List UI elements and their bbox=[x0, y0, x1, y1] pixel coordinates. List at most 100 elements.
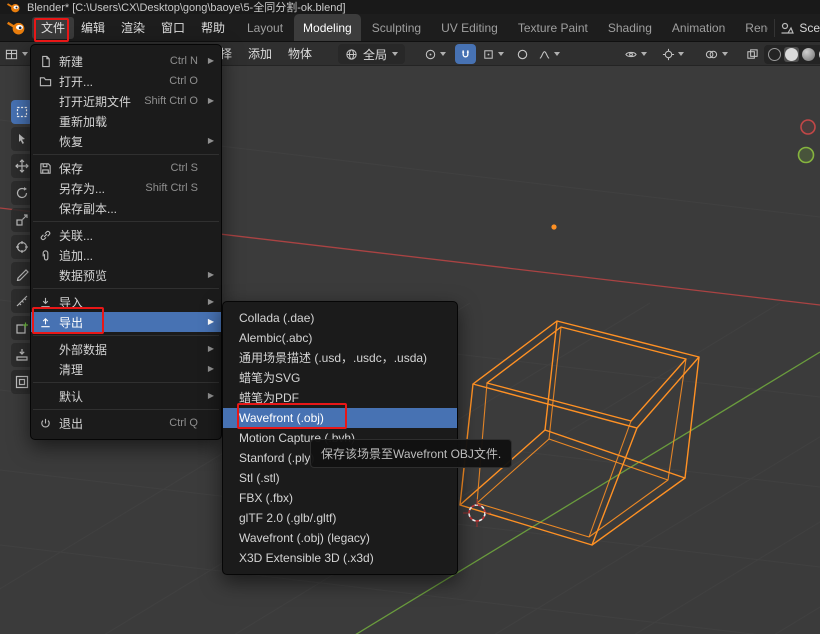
menu-separator bbox=[33, 221, 219, 222]
export-menu-item-gpencil-svg[interactable]: 蜡笔为SVG bbox=[223, 368, 457, 388]
extrude-icon bbox=[15, 348, 29, 362]
editor-3d-viewport-icon bbox=[4, 48, 19, 61]
menu-window[interactable]: 窗口 bbox=[152, 17, 194, 39]
3d-cursor[interactable] bbox=[463, 499, 491, 527]
export-menu-item-stl[interactable]: Stl (.stl) bbox=[223, 468, 457, 488]
export-menu-item-alembic[interactable]: Alembic(.abc) bbox=[223, 328, 457, 348]
shortcut-label: Shift Ctrl O bbox=[144, 95, 198, 107]
shading-wireframe-button[interactable] bbox=[767, 47, 782, 62]
gizmo-dropdown[interactable] bbox=[658, 44, 688, 64]
menu-item-label: 重新加载 bbox=[59, 113, 192, 130]
menu-edit[interactable]: 编辑 bbox=[72, 17, 114, 39]
link-icon bbox=[38, 229, 53, 242]
export-menu-item-gpencil-pdf[interactable]: 蜡笔为PDF bbox=[223, 388, 457, 408]
scene-icon bbox=[780, 21, 794, 35]
nav-gizmo-y-ball[interactable] bbox=[799, 148, 814, 163]
chevron-down-icon bbox=[722, 52, 728, 56]
cursor-icon bbox=[15, 132, 29, 146]
menu-item-label: 另存为... bbox=[59, 180, 139, 197]
file-menu-item-open[interactable]: 打开... Ctrl O bbox=[31, 71, 221, 91]
blender-logo-icon bbox=[6, 18, 26, 36]
export-menu-item-wavefront-legacy[interactable]: Wavefront (.obj) (legacy) bbox=[223, 528, 457, 548]
editor-type-dropdown[interactable] bbox=[4, 45, 28, 63]
export-menu-item-usd[interactable]: 通用场景描述 (.usd，.usdc，.usda) bbox=[223, 348, 457, 368]
export-menu-item-x3d[interactable]: X3D Extensible 3D (.x3d) bbox=[223, 548, 457, 568]
pivot-point-dropdown[interactable] bbox=[420, 44, 450, 64]
file-menu-item-save[interactable]: 保存 Ctrl S bbox=[31, 158, 221, 178]
scene-selector[interactable]: Sce bbox=[768, 14, 820, 42]
tab-texture-paint[interactable]: Texture Paint bbox=[509, 14, 597, 42]
menu-item-label: 保存副本... bbox=[59, 200, 192, 217]
shading-material-button[interactable] bbox=[801, 47, 816, 62]
menu-item-label: 数据预览 bbox=[59, 267, 192, 284]
file-menu-item-recover[interactable]: 恢复 bbox=[31, 131, 221, 151]
tab-sculpting[interactable]: Sculpting bbox=[363, 14, 430, 42]
export-menu-item-wavefront-obj[interactable]: Wavefront (.obj) bbox=[223, 408, 457, 428]
menu-item-label: 恢复 bbox=[59, 133, 192, 150]
menu-file[interactable]: 文件 bbox=[32, 17, 74, 39]
menu-object[interactable]: 物体 bbox=[282, 44, 318, 64]
submenu-arrow-icon bbox=[204, 265, 214, 285]
menu-separator bbox=[33, 409, 219, 410]
falloff-dropdown[interactable] bbox=[534, 44, 564, 64]
tab-uv-editing[interactable]: UV Editing bbox=[432, 14, 507, 42]
file-menu-item-append[interactable]: 追加... bbox=[31, 245, 221, 265]
file-menu-item-save-copy[interactable]: 保存副本... bbox=[31, 198, 221, 218]
globe-icon bbox=[345, 48, 358, 61]
submenu-arrow-icon bbox=[204, 131, 214, 151]
menu-item-label: 新建 bbox=[59, 53, 164, 70]
export-menu-item-collada[interactable]: Collada (.dae) bbox=[223, 308, 457, 328]
folder-open-icon bbox=[38, 75, 53, 88]
file-menu-item-new[interactable]: 新建 Ctrl N bbox=[31, 51, 221, 71]
proportional-edit-icon bbox=[516, 48, 529, 61]
export-submenu-panel: Collada (.dae) Alembic(.abc) 通用场景描述 (.us… bbox=[222, 301, 458, 575]
file-menu-item-link[interactable]: 关联... bbox=[31, 225, 221, 245]
chevron-down-icon bbox=[498, 52, 504, 56]
tab-layout[interactable]: Layout bbox=[238, 14, 292, 42]
file-menu-item-revert[interactable]: 重新加载 bbox=[31, 111, 221, 131]
shading-solid-button[interactable] bbox=[784, 47, 799, 62]
menu-item-label: 追加... bbox=[59, 247, 192, 264]
xray-toggle[interactable] bbox=[742, 44, 763, 64]
blender-menu-button[interactable] bbox=[6, 18, 26, 36]
file-menu-item-quit[interactable]: 退出 Ctrl Q bbox=[31, 413, 221, 433]
selected-object-wireframe[interactable] bbox=[460, 321, 699, 545]
scale-icon bbox=[15, 213, 29, 227]
add-cube-icon bbox=[15, 321, 29, 335]
menu-render[interactable]: 渲染 bbox=[112, 17, 154, 39]
overlays-dropdown[interactable] bbox=[700, 44, 732, 64]
file-menu-item-clean-up[interactable]: 清理 bbox=[31, 359, 221, 379]
chevron-down-icon bbox=[641, 52, 647, 56]
file-menu-item-open-recent[interactable]: 打开近期文件 Shift Ctrl O bbox=[31, 91, 221, 111]
transform-orientation-dropdown[interactable]: 全局 bbox=[338, 44, 405, 64]
tab-shading[interactable]: Shading bbox=[599, 14, 661, 42]
visibility-icon bbox=[624, 48, 638, 61]
menu-help[interactable]: 帮助 bbox=[192, 17, 234, 39]
inset-icon bbox=[15, 375, 29, 389]
nav-gizmo-x-ball[interactable] bbox=[801, 120, 815, 134]
file-menu-item-import[interactable]: 导入 bbox=[31, 292, 221, 312]
menu-add[interactable]: 添加 bbox=[242, 44, 278, 64]
snap-toggle[interactable] bbox=[455, 44, 476, 64]
visibility-dropdown[interactable] bbox=[620, 44, 651, 64]
file-menu-item-save-as[interactable]: 另存为... Shift Ctrl S bbox=[31, 178, 221, 198]
export-menu-item-gltf[interactable]: glTF 2.0 (.glb/.gltf) bbox=[223, 508, 457, 528]
window-title: Blender* [C:\Users\CX\Desktop\gong\baoye… bbox=[27, 0, 346, 14]
tab-modeling[interactable]: Modeling bbox=[294, 14, 361, 42]
object-origin-dot bbox=[551, 224, 556, 229]
tab-animation[interactable]: Animation bbox=[663, 14, 734, 42]
topbar: 文件 编辑 渲染 窗口 帮助 Layout Modeling Sculpting… bbox=[0, 14, 820, 42]
file-menu-item-export[interactable]: 导出 bbox=[31, 312, 221, 332]
chevron-down-icon bbox=[440, 52, 446, 56]
snap-target-dropdown[interactable] bbox=[478, 44, 508, 64]
menu-item-label: 外部数据 bbox=[59, 341, 192, 358]
file-menu-item-defaults[interactable]: 默认 bbox=[31, 386, 221, 406]
file-menu-item-data-previews[interactable]: 数据预览 bbox=[31, 265, 221, 285]
proportional-edit-toggle[interactable] bbox=[512, 44, 533, 64]
workspace-tabs: Layout Modeling Sculpting UV Editing Tex… bbox=[238, 14, 796, 42]
file-menu-item-external-data[interactable]: 外部数据 bbox=[31, 339, 221, 359]
menu-item-label: 打开... bbox=[59, 73, 163, 90]
falloff-curve-icon bbox=[538, 48, 551, 61]
menu-separator bbox=[33, 154, 219, 155]
export-menu-item-fbx[interactable]: FBX (.fbx) bbox=[223, 488, 457, 508]
